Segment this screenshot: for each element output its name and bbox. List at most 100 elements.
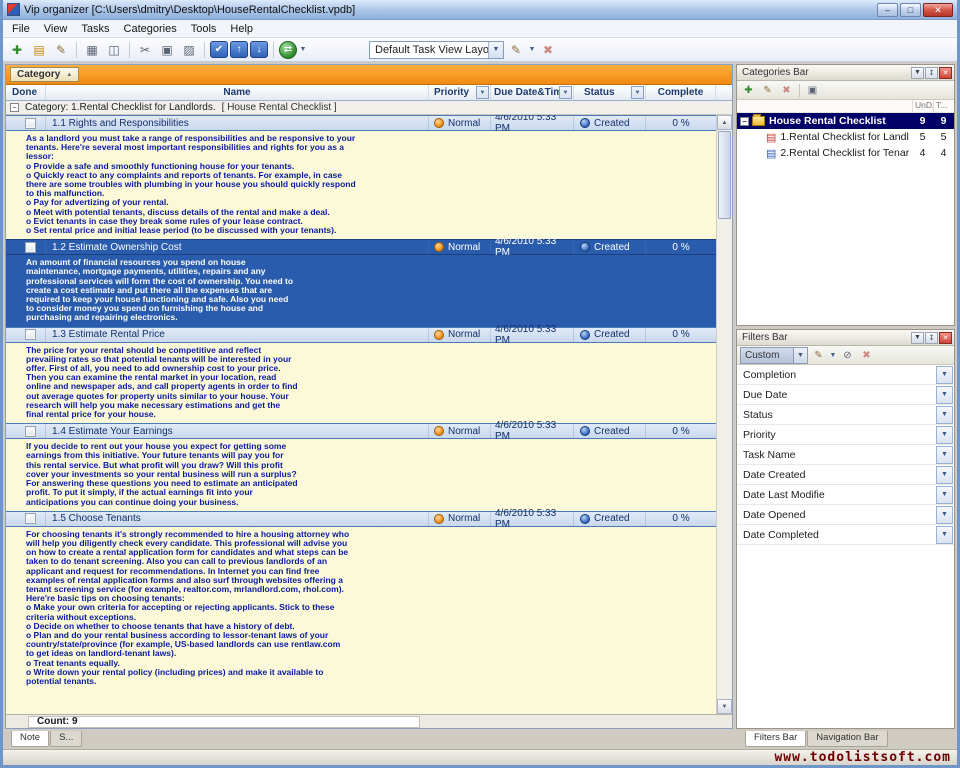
task-checkbox[interactable] (25, 329, 36, 340)
move-down-icon[interactable]: ↓ (250, 41, 268, 58)
task-priority-cell: Normal (429, 240, 491, 254)
filter-row[interactable]: Date Completed ▼ (737, 525, 954, 545)
filter-row[interactable]: Date Last Modifie ▼ (737, 485, 954, 505)
filter-value-dropdown-icon[interactable]: ▼ (936, 466, 953, 484)
vertical-scrollbar[interactable]: ▲ ▼ (716, 115, 732, 714)
column-header-name[interactable]: Name (46, 85, 429, 100)
note-tab[interactable]: S... (50, 731, 82, 747)
filter-value-dropdown-icon[interactable]: ▼ (936, 406, 953, 424)
task-checkbox[interactable] (25, 513, 36, 524)
task-row[interactable]: 1.4 Estimate Your Earnings Normal 4/6/20… (6, 423, 716, 439)
filter-value-dropdown-icon[interactable]: ▼ (936, 426, 953, 444)
cut-icon[interactable]: ✂ (135, 40, 155, 60)
delete-layout-icon[interactable]: ✖ (538, 40, 558, 60)
filter-row[interactable]: Date Opened ▼ (737, 505, 954, 525)
scrollbar-thumb[interactable] (718, 131, 731, 219)
clear-filter-icon[interactable]: ⊘ (839, 347, 856, 363)
scroll-up-icon[interactable]: ▲ (717, 115, 732, 130)
filter-row[interactable]: Status ▼ (737, 405, 954, 425)
print-preview-icon[interactable]: ◫ (104, 40, 124, 60)
sidebar-tab[interactable]: Filters Bar (745, 731, 806, 747)
collapse-node-icon[interactable]: − (740, 117, 749, 126)
task-view-layout-value: Default Task View Layout (370, 44, 488, 56)
scroll-down-icon[interactable]: ▼ (717, 699, 732, 714)
pin-icon[interactable]: ↧ (925, 67, 938, 79)
task-row[interactable]: 1.5 Choose Tenants Normal 4/6/2010 5:33 … (6, 511, 716, 527)
filter-row[interactable]: Completion ▼ (737, 365, 954, 385)
filter-value-dropdown-icon[interactable]: ▼ (936, 366, 953, 384)
group-by-category-chip[interactable]: Category ▲ (10, 67, 79, 82)
menu-item[interactable]: Help (223, 21, 260, 37)
undone-column-header[interactable]: UnD... (912, 100, 933, 112)
minimize-button[interactable]: – (877, 3, 898, 17)
close-panel-icon[interactable]: ✕ (939, 332, 952, 344)
delete-filter-icon[interactable]: ✖ (858, 347, 875, 363)
copy-icon[interactable]: ▣ (157, 40, 177, 60)
paste-icon[interactable]: ▨ (179, 40, 199, 60)
task-view-layout-select[interactable]: Default Task View Layout ▼ (369, 41, 504, 59)
priority-filter-dropdown-icon[interactable]: ▼ (476, 86, 489, 99)
sync-dropdown-icon[interactable]: ▼ (299, 46, 307, 53)
print-icon[interactable]: ▦ (82, 40, 102, 60)
filter-row[interactable]: Due Date ▼ (737, 385, 954, 405)
menu-item[interactable]: Tools (184, 21, 224, 37)
move-up-icon[interactable]: ↑ (230, 41, 248, 58)
new-task-icon[interactable]: ✚ (7, 40, 27, 60)
filter-value-dropdown-icon[interactable]: ▼ (936, 526, 953, 544)
edit-task-icon[interactable]: ✎ (51, 40, 71, 60)
total-column-header[interactable]: T... (933, 100, 954, 112)
edit-filter-icon[interactable]: ✎ (810, 347, 827, 363)
category-group-row[interactable]: − Category: 1.Rental Checklist for Landl… (6, 101, 732, 115)
column-header-done[interactable]: Done (6, 85, 46, 100)
filter-value-dropdown-icon[interactable]: ▼ (936, 486, 953, 504)
note-tab[interactable]: Note (11, 731, 49, 747)
pin-icon[interactable]: ↧ (925, 332, 938, 344)
filter-row[interactable]: Date Created ▼ (737, 465, 954, 485)
filter-row[interactable]: Task Name ▼ (737, 445, 954, 465)
filter-row[interactable]: Priority ▼ (737, 425, 954, 445)
filter-value-dropdown-icon[interactable]: ▼ (936, 386, 953, 404)
chevron-down-icon[interactable]: ▼ (488, 42, 503, 58)
task-checkbox[interactable] (25, 426, 36, 437)
chevron-down-icon[interactable]: ▼ (793, 348, 807, 363)
filter-options-dropdown-icon[interactable]: ▼ (829, 352, 837, 359)
status-filter-dropdown-icon[interactable]: ▼ (631, 86, 644, 99)
category-tree-row[interactable]: − 1.Rental Checklist for Landl 5 5 (737, 129, 954, 145)
menu-item[interactable]: Tasks (74, 21, 116, 37)
close-panel-icon[interactable]: ✕ (939, 67, 952, 79)
scrollbar-track[interactable] (717, 220, 732, 699)
panel-menu-icon[interactable]: ▼ (911, 332, 924, 344)
maximize-button[interactable]: □ (900, 3, 921, 17)
column-header-priority[interactable]: Priority ▼ (429, 85, 491, 100)
mark-complete-icon[interactable]: ✔ (210, 41, 228, 58)
delete-category-icon[interactable]: ✖ (778, 82, 795, 98)
category-tree-row[interactable]: − House Rental Checklist 9 9 (737, 113, 954, 129)
layout-dropdown-icon[interactable]: ▼ (528, 46, 536, 53)
filter-value-dropdown-icon[interactable]: ▼ (936, 506, 953, 524)
column-header-due-date[interactable]: Due Date&Time ▼ (491, 85, 574, 100)
menu-item[interactable]: Categories (117, 21, 184, 37)
column-header-complete[interactable]: Complete (646, 85, 716, 100)
due-date-filter-dropdown-icon[interactable]: ▼ (559, 86, 572, 99)
collapse-group-icon[interactable]: − (10, 103, 19, 112)
column-header-status[interactable]: Status ▼ (574, 85, 646, 100)
task-checkbox[interactable] (25, 242, 36, 253)
task-checkbox[interactable] (25, 118, 36, 129)
category-tree-row[interactable]: − 2.Rental Checklist for Tenar 4 4 (737, 145, 954, 161)
add-category-icon[interactable]: ✚ (740, 82, 757, 98)
sync-icon[interactable]: ⇄ (279, 41, 297, 59)
task-row[interactable]: 1.1 Rights and Responsibilities Normal 4… (6, 115, 716, 131)
panel-menu-icon[interactable]: ▼ (911, 67, 924, 79)
close-button[interactable]: ✕ (923, 3, 953, 17)
edit-layout-icon[interactable]: ✎ (506, 40, 526, 60)
menu-item[interactable]: View (37, 21, 75, 37)
sidebar-tab[interactable]: Navigation Bar (807, 731, 887, 747)
new-note-icon[interactable]: ▤ (29, 40, 49, 60)
task-row[interactable]: 1.3 Estimate Rental Price Normal 4/6/201… (6, 327, 716, 343)
task-row[interactable]: 1.2 Estimate Ownership Cost Normal 4/6/2… (6, 239, 716, 255)
menu-item[interactable]: File (5, 21, 37, 37)
filter-value-dropdown-icon[interactable]: ▼ (936, 446, 953, 464)
edit-category-icon[interactable]: ✎ (759, 82, 776, 98)
category-properties-icon[interactable]: ▣ (804, 82, 821, 98)
filter-preset-select[interactable]: Custom ▼ (740, 347, 808, 364)
